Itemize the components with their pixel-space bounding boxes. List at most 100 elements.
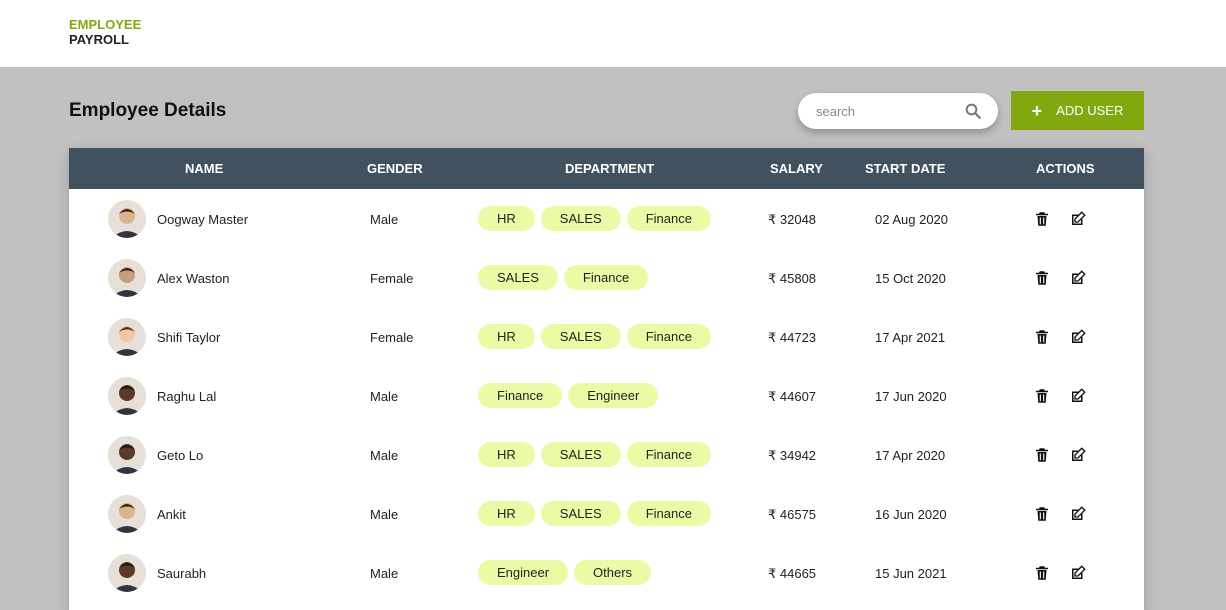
table-body: Oogway Master Male HR SALES Finance ₹ 3204…	[69, 189, 1144, 602]
page-title: Employee Details	[69, 100, 227, 121]
header-salary: SALARY	[770, 161, 823, 176]
department-list: SALES Finance	[478, 265, 649, 290]
employee-start-date: 17 Apr 2020	[875, 448, 946, 463]
department-chip: Finance	[626, 206, 711, 231]
table-row: Geto Lo Male HR SALES Finance ₹ 34942 17 A…	[69, 425, 1144, 484]
search-input[interactable]	[816, 93, 966, 129]
department-chip: SALES	[540, 442, 621, 467]
employee-gender: Male	[370, 507, 399, 522]
department-chip: Finance	[626, 442, 711, 467]
employee-table: NAME GENDER DEPARTMENT SALARY START DATE…	[69, 148, 1144, 610]
department-chip: HR	[478, 442, 535, 467]
employee-start-date: 17 Apr 2021	[875, 330, 946, 345]
avatar	[108, 436, 146, 474]
delete-icon[interactable]	[1033, 446, 1051, 464]
employee-start-date: 16 Jun 2020	[875, 507, 947, 522]
employee-start-date: 15 Oct 2020	[875, 271, 946, 286]
brand-logo[interactable]: EMPLOYEE PAYROLL	[69, 17, 141, 47]
employee-name: Shifi Taylor	[157, 330, 221, 345]
header-name: NAME	[185, 161, 224, 176]
edit-icon[interactable]	[1069, 564, 1087, 582]
employee-salary: ₹ 45808	[768, 271, 817, 286]
edit-icon[interactable]	[1069, 210, 1087, 228]
table-row: Saurabh Male Engineer Others ₹ 44665 15 J…	[69, 543, 1144, 602]
department-list: Engineer Others	[478, 560, 652, 585]
app-header: EMPLOYEE PAYROLL	[0, 0, 1226, 67]
employee-salary: ₹ 44723	[768, 330, 817, 345]
plus-icon: +	[1031, 100, 1043, 121]
employee-name: Alex Waston	[157, 271, 230, 286]
department-chip: Others	[574, 560, 652, 585]
add-user-label: ADD USER	[1056, 103, 1124, 118]
delete-icon[interactable]	[1033, 505, 1051, 523]
avatar	[108, 318, 146, 356]
header-department: DEPARTMENT	[565, 161, 655, 176]
department-chip: SALES	[540, 501, 621, 526]
department-chip: HR	[478, 324, 535, 349]
employee-name: Raghu Lal	[157, 389, 217, 404]
employee-name: Saurabh	[157, 566, 207, 581]
table-row: Ankit Male HR SALES Finance ₹ 46575 16 Jun…	[69, 484, 1144, 543]
delete-icon[interactable]	[1033, 210, 1051, 228]
department-chip: Engineer	[568, 383, 659, 408]
delete-icon[interactable]	[1033, 564, 1051, 582]
employee-salary: ₹ 32048	[768, 212, 817, 227]
department-chip: HR	[478, 501, 535, 526]
employee-gender: Male	[370, 212, 399, 227]
table-row: Oogway Master Male HR SALES Finance ₹ 3204…	[69, 189, 1144, 248]
department-chip: Finance	[626, 501, 711, 526]
edit-icon[interactable]	[1069, 269, 1087, 287]
add-user-button[interactable]: + ADD USER	[1011, 91, 1144, 130]
employee-salary: ₹ 46575	[768, 507, 817, 522]
avatar	[108, 377, 146, 415]
department-list: HR SALES Finance	[478, 442, 711, 467]
department-list: HR SALES Finance	[478, 501, 711, 526]
employee-gender: Female	[370, 330, 414, 345]
employee-start-date: 02 Aug 2020	[875, 212, 949, 227]
employee-name: Ankit	[157, 507, 186, 522]
avatar	[108, 554, 146, 592]
avatar	[108, 495, 146, 533]
department-list: HR SALES Finance	[478, 324, 711, 349]
header-start-date: START DATE	[865, 161, 946, 176]
search-icon[interactable]	[964, 102, 982, 120]
employee-gender: Male	[370, 566, 399, 581]
avatar	[108, 200, 146, 238]
employee-salary: ₹ 44665	[768, 566, 817, 581]
department-list: HR SALES Finance	[478, 206, 711, 231]
edit-icon[interactable]	[1069, 387, 1087, 405]
employee-gender: Male	[370, 448, 399, 463]
edit-icon[interactable]	[1069, 328, 1087, 346]
table-header: NAME GENDER DEPARTMENT SALARY START DATE…	[69, 148, 1144, 189]
delete-icon[interactable]	[1033, 269, 1051, 287]
department-chip: SALES	[478, 265, 558, 290]
employee-start-date: 15 Jun 2021	[875, 566, 947, 581]
edit-icon[interactable]	[1069, 446, 1087, 464]
employee-salary: ₹ 34942	[768, 448, 817, 463]
employee-salary: ₹ 44607	[768, 389, 817, 404]
department-chip: HR	[478, 206, 535, 231]
header-gender: GENDER	[367, 161, 423, 176]
avatar	[108, 259, 146, 297]
department-chip: SALES	[540, 324, 621, 349]
table-row: Raghu Lal Male Finance Engineer ₹ 44607 1…	[69, 366, 1144, 425]
table-row: Alex Waston Female SALES Finance ₹ 45808 …	[69, 248, 1144, 307]
employee-name: Geto Lo	[157, 448, 204, 463]
department-chip: Finance	[478, 383, 563, 408]
department-chip: SALES	[540, 206, 621, 231]
employee-gender: Female	[370, 271, 414, 286]
brand-line1: EMPLOYEE	[69, 17, 142, 32]
department-chip: Finance	[563, 265, 649, 290]
brand-line2: PAYROLL	[69, 32, 129, 47]
department-list: Finance Engineer	[478, 383, 659, 408]
employee-name: Oogway Master	[157, 212, 249, 227]
employee-start-date: 17 Jun 2020	[875, 389, 947, 404]
employee-gender: Male	[370, 389, 399, 404]
search-box[interactable]	[798, 93, 998, 129]
department-chip: Engineer	[478, 560, 569, 585]
header-actions: ACTIONS	[1036, 161, 1095, 176]
table-row: Shifi Taylor Female HR SALES Finance ₹ 447…	[69, 307, 1144, 366]
delete-icon[interactable]	[1033, 387, 1051, 405]
delete-icon[interactable]	[1033, 328, 1051, 346]
edit-icon[interactable]	[1069, 505, 1087, 523]
